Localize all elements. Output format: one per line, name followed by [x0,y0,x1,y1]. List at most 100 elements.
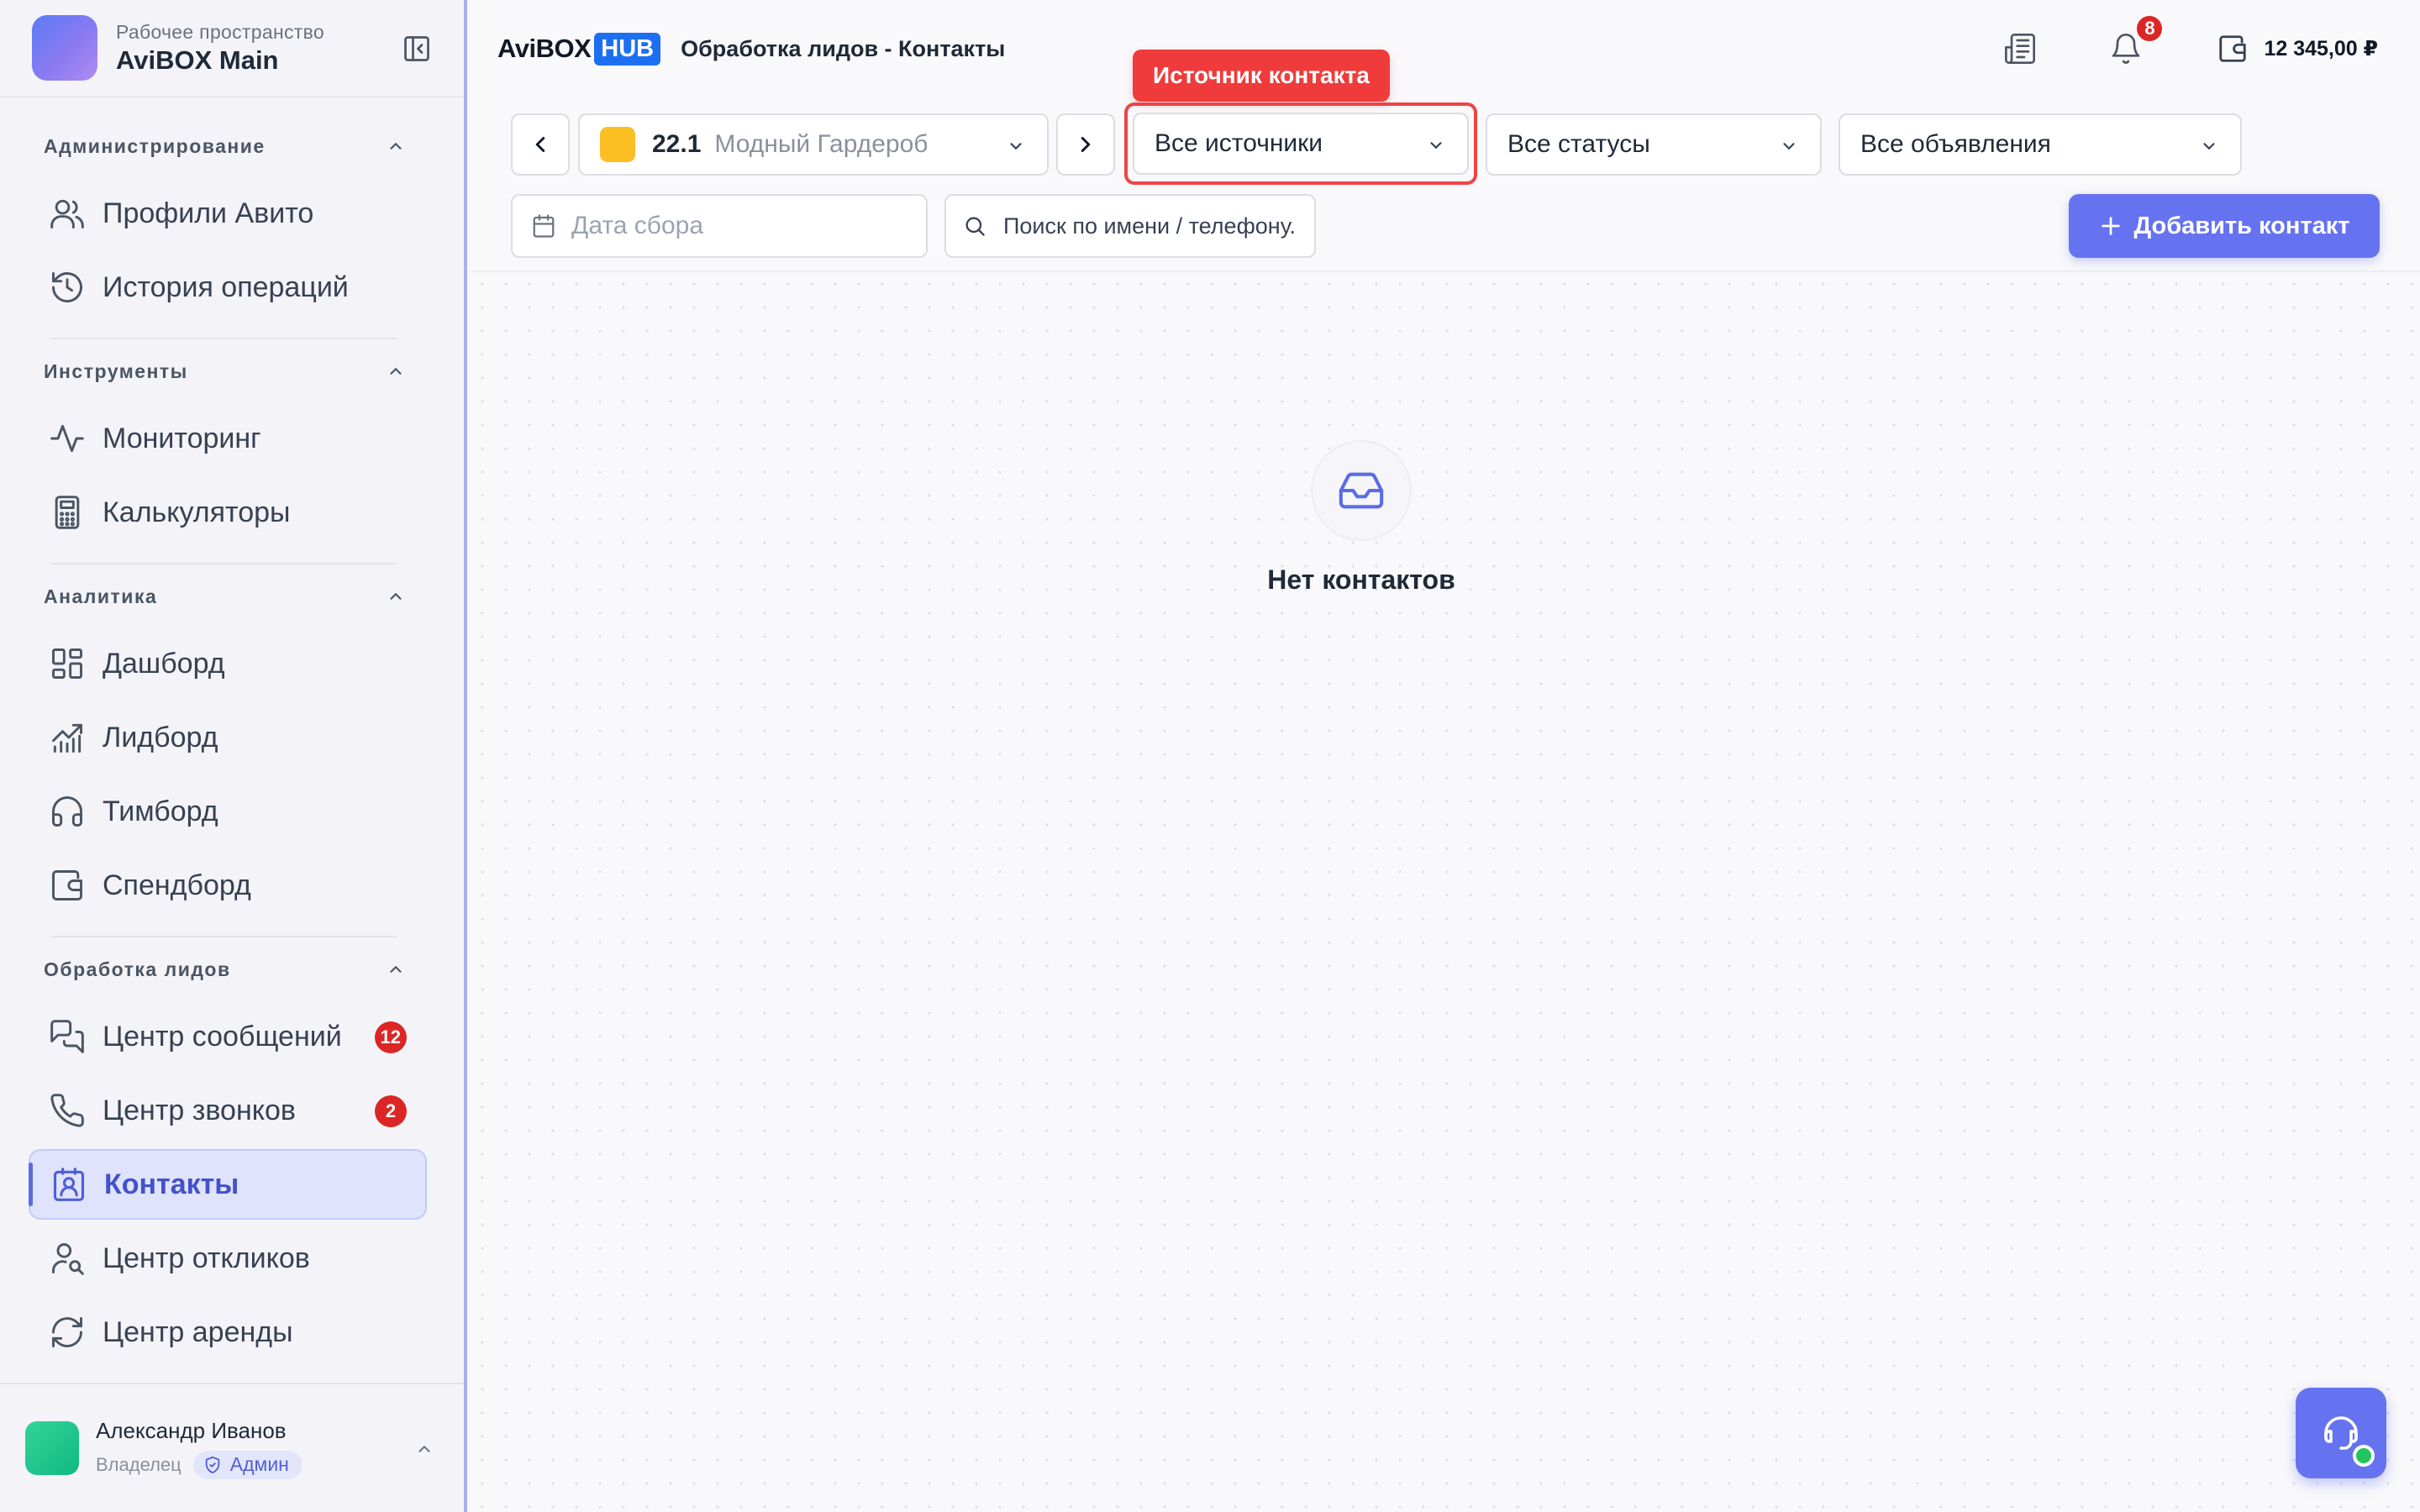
sidebar-item-label: Центр аренды [103,1315,293,1348]
plus-icon [2101,217,2120,235]
date-picker[interactable]: Дата сбора [511,194,928,258]
headset-icon [2324,1416,2358,1450]
workspace-name: AviBOX Main [116,45,279,75]
messages-icon [50,1020,84,1053]
support-chat-button[interactable] [2296,1388,2386,1478]
user-menu[interactable]: Александр Иванов Владелец Админ [0,1383,464,1512]
chevron-up-icon [390,142,402,150]
chevron-down-icon [1010,143,1022,150]
inbox-icon [1311,440,1412,541]
sidebar-item-avito-profiles[interactable]: Профили Авито [29,178,427,249]
sidebar-item-label: Контакты [104,1168,239,1200]
notifications-button[interactable]: 8 [2109,13,2165,66]
chevron-up-icon [390,367,402,375]
chevron-left-icon [535,137,545,152]
activity-icon [50,424,84,453]
brand-logo[interactable]: AviBOX HUB [497,32,661,66]
chevron-up-icon [418,1445,430,1452]
empty-state-text: Нет контактов [1267,564,1455,595]
sidebar-item-teamboard[interactable]: Тимборд [29,776,427,847]
wallet-icon [52,870,82,900]
calendar-icon [533,214,555,238]
source-select-value: Все источники [1155,129,1323,157]
chevron-up-icon [390,592,402,600]
section-header-leads[interactable]: Обработка лидов [44,953,405,986]
shield-icon [205,1456,220,1473]
chevron-down-icon [1783,143,1795,150]
unread-badge: 12 [374,1021,407,1053]
brand-hub: HUB [594,32,661,66]
chevron-up-icon [390,965,402,973]
sidebar-item-spendboard[interactable]: Спендборд [29,850,427,921]
sidebar-item-label: Профили Авито [103,197,314,229]
sidebar-item-label: Лидборд [103,721,218,753]
profile-number: 22.1 [652,130,702,158]
phone-icon [50,1094,84,1127]
search-placeholder: Поиск по имени / телефону. [1003,213,1297,239]
next-profile-button[interactable] [1056,113,1115,176]
sidebar-item-contacts[interactable]: Контакты [29,1149,427,1220]
sidebar-item-responses[interactable]: Центр откликов [29,1223,427,1294]
section-header-analytics[interactable]: Аналитика [44,580,405,613]
sidebar-item-label: Дашборд [103,647,225,680]
user-role: Владелец [96,1453,182,1475]
status-select-value: Все статусы [1507,130,1650,158]
sidebar-item-rental[interactable]: Центр аренды [29,1297,427,1368]
balance-button[interactable]: 12 345,00 ₽ [2217,33,2378,65]
empty-state: Нет контактов [1267,440,1455,596]
wallet-icon [2219,35,2247,62]
add-contact-button[interactable]: Добавить контакт [2069,194,2380,258]
add-contact-label: Добавить контакт [2133,212,2350,239]
search-input[interactable]: Поиск по имени / телефону. [944,194,1316,258]
chevron-down-icon [2203,143,2215,150]
contact-icon [53,1168,85,1201]
chart-icon [52,723,82,753]
sidebar-item-operations-history[interactable]: История операций [29,252,427,323]
collapse-sidebar-icon[interactable] [402,34,432,64]
profile-select[interactable]: 22.1 Модный Гардероб [578,113,1049,176]
chevron-down-icon [1430,142,1442,150]
brand-text: AviBOX [497,34,592,63]
sidebar-item-dashboard[interactable]: Дашборд [29,628,427,699]
news-icon[interactable] [2003,32,2037,66]
workspace-logo [32,15,97,81]
calculator-icon [55,496,80,529]
profile-color-icon [600,127,635,162]
workspace-subtitle: Рабочее пространство [116,20,324,43]
date-placeholder: Дата сбора [571,212,704,239]
sidebar-item-label: Спендборд [103,869,251,901]
section-title: Администрирование [44,134,266,157]
ads-select-value: Все объявления [1860,130,2051,158]
chevron-right-icon [1081,137,1091,152]
section-divider [50,563,397,564]
online-indicator [2353,1445,2375,1467]
sidebar-item-monitoring[interactable]: Мониторинг [29,403,427,474]
avatar [25,1421,79,1475]
sidebar-item-label: Тимборд [103,795,218,827]
section-divider [50,936,397,937]
workspace-switcher[interactable]: Рабочее пространство AviBOX Main [0,0,464,97]
sidebar: Рабочее пространство AviBOX Main Админис… [0,0,467,1512]
sidebar-item-messages[interactable]: Центр сообщений 12 [29,1001,427,1072]
sidebar-item-label: Центр звонков [103,1094,296,1126]
section-title: Обработка лидов [44,958,231,980]
section-header-tools[interactable]: Инструменты [44,354,405,388]
search-icon [965,217,985,236]
missed-calls-badge: 2 [375,1095,407,1127]
sidebar-item-leadboard[interactable]: Лидборд [29,702,427,773]
prev-profile-button[interactable] [511,113,570,176]
topbar: AviBOX HUB Обработка лидов - Контакты 8 … [471,0,2420,97]
section-divider [50,338,397,339]
sidebar-item-label: Центр сообщений [103,1020,342,1053]
section-header-admin[interactable]: Администрирование [44,129,405,163]
admin-badge-label: Админ [229,1453,289,1475]
status-select[interactable]: Все статусы [1486,113,1822,176]
contacts-list-area [471,270,2420,1512]
sidebar-item-calls[interactable]: Центр звонков 2 [29,1075,427,1146]
sidebar-item-label: Центр откликов [103,1242,310,1274]
profile-name: Модный Гардероб [714,130,929,158]
sidebar-item-calculators[interactable]: Калькуляторы [29,477,427,548]
source-tooltip: Источник контакта [1133,50,1390,102]
ads-select[interactable]: Все объявления [1839,113,2242,176]
source-select[interactable]: Все источники [1133,113,1469,175]
